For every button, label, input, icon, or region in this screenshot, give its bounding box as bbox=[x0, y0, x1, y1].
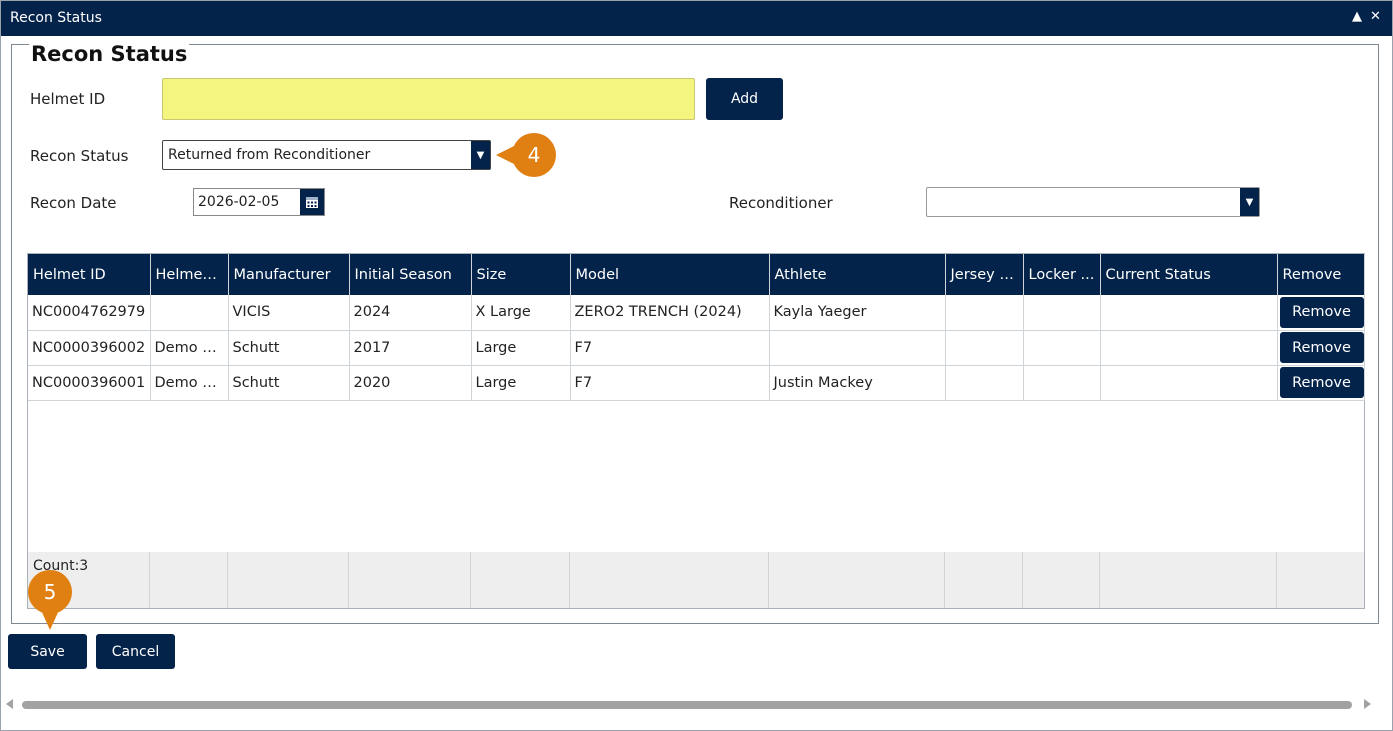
column-header[interactable]: Size bbox=[471, 254, 571, 295]
column-header[interactable]: Model bbox=[570, 254, 770, 295]
column-header[interactable]: Athlete bbox=[769, 254, 946, 295]
table-cell: Schutt bbox=[228, 365, 350, 401]
column-header[interactable]: Helmet ... bbox=[150, 254, 229, 295]
column-header[interactable]: Manufacturer bbox=[228, 254, 350, 295]
table-header-row: Helmet ID Helmet ... Manufacturer Initia… bbox=[28, 254, 1365, 295]
table-cell: ZERO2 TRENCH (2024) bbox=[570, 295, 770, 331]
column-header[interactable]: Helmet ID bbox=[28, 254, 151, 295]
remove-button[interactable]: Remove bbox=[1279, 332, 1363, 363]
table-cell bbox=[1100, 365, 1278, 401]
step-4-number: 4 bbox=[527, 143, 541, 167]
table-cell bbox=[945, 330, 1024, 366]
table-cell: 2024 bbox=[349, 295, 472, 331]
footer-cell bbox=[150, 552, 228, 608]
table-cell: NC0000396002 bbox=[28, 330, 151, 366]
recon-status-select[interactable]: Returned from Reconditioner ▼ bbox=[162, 140, 491, 170]
table-cell: Schutt bbox=[228, 330, 350, 366]
table-cell bbox=[1023, 365, 1101, 401]
recon-date-label: Recon Date bbox=[30, 194, 117, 212]
footer-cell bbox=[349, 552, 471, 608]
column-header: Remove bbox=[1277, 254, 1365, 295]
column-header[interactable]: Jersey No bbox=[945, 254, 1024, 295]
footer-cell bbox=[471, 552, 570, 608]
recon-status-window: Recon Status ▲ ✕ Recon Status Helmet ID … bbox=[0, 0, 1393, 731]
dropdown-arrow-icon[interactable]: ▼ bbox=[471, 141, 490, 169]
table-cell: 2017 bbox=[349, 330, 472, 366]
step-5-callout: 5 bbox=[28, 570, 72, 630]
table-row[interactable]: NC0000396001 Demo O... Schutt 2020 Large… bbox=[28, 365, 1365, 401]
table-cell: X Large bbox=[471, 295, 571, 331]
table-cell: F7 bbox=[570, 330, 770, 366]
table-cell bbox=[769, 330, 946, 366]
footer-cell bbox=[945, 552, 1023, 608]
recon-date-value: 2026-02-05 bbox=[198, 194, 280, 210]
close-icon[interactable]: ✕ bbox=[1370, 9, 1381, 24]
scroll-right-icon[interactable] bbox=[1364, 699, 1371, 709]
table-cell bbox=[1100, 330, 1278, 366]
helmet-id-input[interactable] bbox=[162, 78, 695, 120]
scrollbar-thumb[interactable] bbox=[22, 701, 1352, 709]
table-cell: VICIS bbox=[228, 295, 350, 331]
title-bar: Recon Status ▲ ✕ bbox=[1, 1, 1392, 36]
table-cell bbox=[150, 295, 229, 331]
table-cell: Large bbox=[471, 365, 571, 401]
helmet-id-label: Helmet ID bbox=[30, 90, 106, 108]
collapse-icon[interactable]: ▲ bbox=[1352, 9, 1362, 24]
table-cell: 2020 bbox=[349, 365, 472, 401]
table-cell bbox=[945, 295, 1024, 331]
column-header[interactable]: Locker ... bbox=[1023, 254, 1101, 295]
footer-cell bbox=[769, 552, 945, 608]
table-cell: Kayla Yaeger bbox=[769, 295, 946, 331]
recon-status-label: Recon Status bbox=[30, 147, 129, 165]
section-title: Recon Status bbox=[29, 42, 190, 66]
dropdown-arrow-icon[interactable]: ▼ bbox=[1240, 188, 1259, 216]
remove-cell: Remove bbox=[1277, 365, 1365, 401]
footer-cell bbox=[570, 552, 769, 608]
table-cell bbox=[945, 365, 1024, 401]
reconditioner-label: Reconditioner bbox=[729, 194, 833, 212]
table-row[interactable]: NC0000396002 Demo S... Schutt 2017 Large… bbox=[28, 330, 1365, 366]
table-cell: F7 bbox=[570, 365, 770, 401]
table-row[interactable]: NC0004762979 VICIS 2024 X Large ZERO2 TR… bbox=[28, 295, 1365, 331]
remove-cell: Remove bbox=[1277, 295, 1365, 331]
recon-status-value: Returned from Reconditioner bbox=[168, 147, 371, 163]
window-title: Recon Status bbox=[10, 10, 102, 26]
step-5-number: 5 bbox=[43, 580, 57, 604]
footer-cell bbox=[1100, 552, 1277, 608]
add-button[interactable]: Add bbox=[706, 78, 783, 120]
column-header[interactable]: Current Status bbox=[1100, 254, 1278, 295]
table-cell bbox=[1100, 295, 1278, 331]
footer-cell bbox=[1023, 552, 1100, 608]
table-cell: NC0004762979 bbox=[28, 295, 151, 331]
reconditioner-select[interactable]: ▼ bbox=[926, 187, 1260, 217]
scroll-left-icon[interactable] bbox=[6, 699, 13, 709]
remove-cell: Remove bbox=[1277, 330, 1365, 366]
table-cell: NC0000396001 bbox=[28, 365, 151, 401]
table-cell: Demo S... bbox=[150, 330, 229, 366]
helmets-grid: Helmet ID Helmet ... Manufacturer Initia… bbox=[27, 253, 1365, 609]
table-cell bbox=[1023, 295, 1101, 331]
grid-footer: Count:3 bbox=[28, 552, 1364, 608]
recon-date-field[interactable]: 2026-02-05 bbox=[193, 188, 325, 216]
helmets-table: Helmet ID Helmet ... Manufacturer Initia… bbox=[28, 254, 1365, 401]
step-4-callout: 4 bbox=[496, 133, 556, 177]
table-cell: Justin Mackey bbox=[769, 365, 946, 401]
cancel-button[interactable]: Cancel bbox=[96, 634, 175, 669]
calendar-icon[interactable] bbox=[300, 189, 324, 215]
column-header[interactable]: Initial Season bbox=[349, 254, 472, 295]
horizontal-scrollbar[interactable] bbox=[1, 696, 1393, 714]
save-button[interactable]: Save bbox=[8, 634, 87, 669]
table-cell bbox=[1023, 330, 1101, 366]
footer-cell bbox=[228, 552, 349, 608]
remove-button[interactable]: Remove bbox=[1279, 367, 1363, 398]
table-cell: Large bbox=[471, 330, 571, 366]
remove-button[interactable]: Remove bbox=[1279, 296, 1363, 328]
table-cell: Demo O... bbox=[150, 365, 229, 401]
